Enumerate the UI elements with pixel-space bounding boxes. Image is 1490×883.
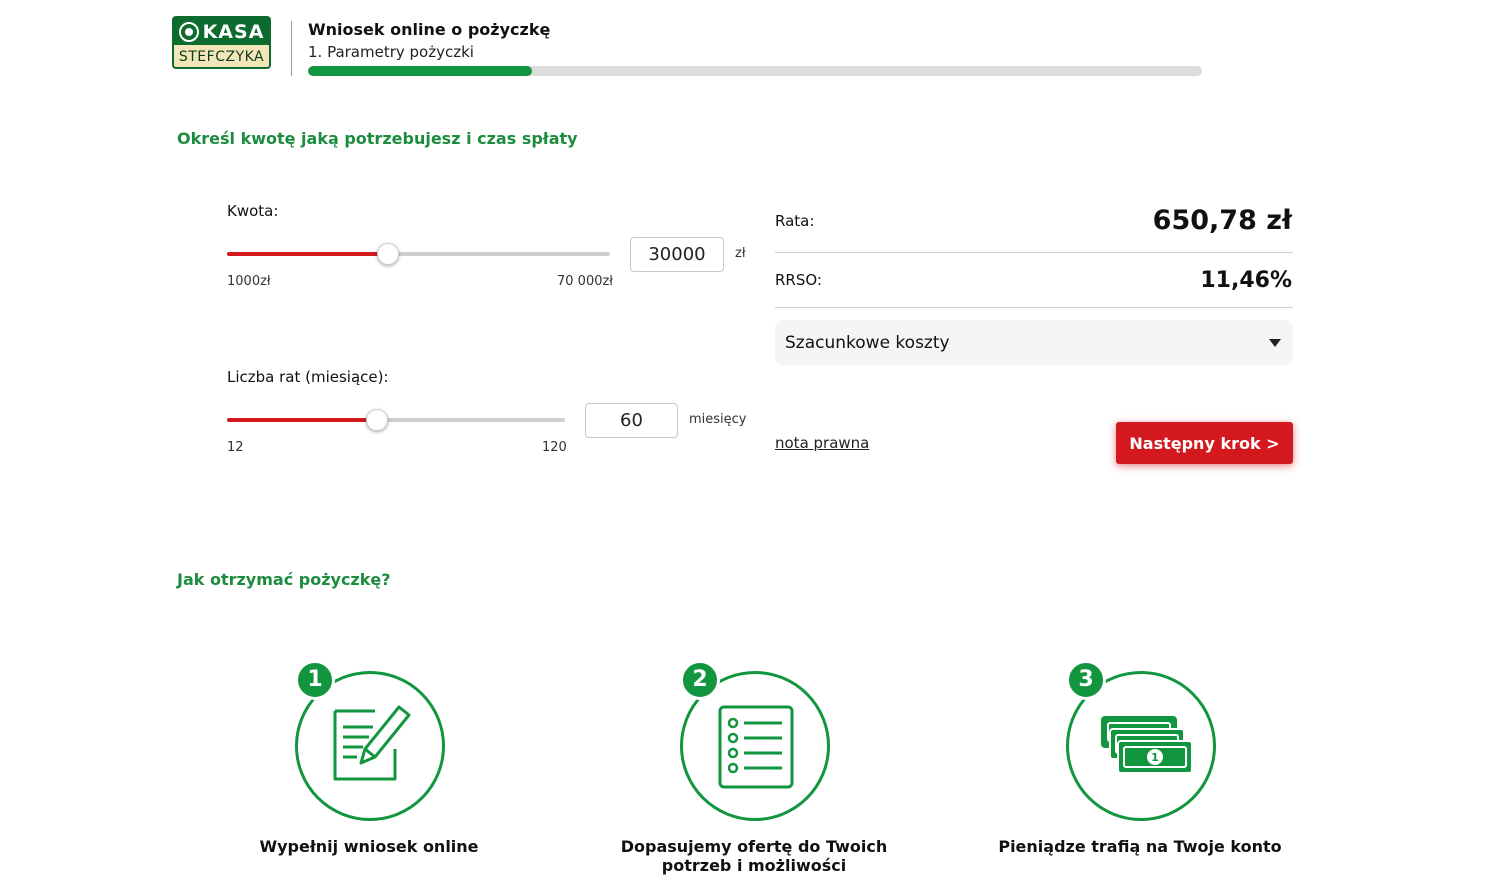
installment-value: 650,78 zł xyxy=(1152,205,1292,236)
step-number-badge: 2 xyxy=(680,660,720,700)
step-caption: Wypełnij wniosek online xyxy=(259,837,479,856)
installment-label: Rata: xyxy=(775,212,815,230)
kasa-stefczyka-logo[interactable]: KASA STEFCZYKA xyxy=(172,16,271,69)
loan-application-page: KASA STEFCZYKA Wniosek online o pożyczkę… xyxy=(0,0,1490,883)
amount-label: Kwota: xyxy=(227,202,279,220)
page-title: Wniosek online o pożyczkę xyxy=(308,20,551,39)
step-card: 2 Dopasujemy ofertę do Twoich potrzeb i … xyxy=(604,660,904,880)
banknotes-icon: 1 xyxy=(1101,716,1193,774)
current-step-label: 1. Parametry pożyczki xyxy=(308,43,474,61)
caret-down-icon xyxy=(1269,338,1281,347)
term-slider-thumb[interactable] xyxy=(366,409,389,431)
summary-divider xyxy=(775,307,1293,308)
amount-slider[interactable] xyxy=(227,243,610,265)
rrso-value: 11,46% xyxy=(1200,268,1292,293)
amount-input[interactable]: 30000 xyxy=(630,237,724,272)
term-max-label: 120 xyxy=(542,440,567,455)
legal-note-link[interactable]: nota prawna xyxy=(775,434,869,452)
section-heading-parameters: Określ kwotę jaką potrzebujesz i czas sp… xyxy=(177,129,578,148)
estimated-costs-dropdown[interactable]: Szacunkowe koszty xyxy=(775,320,1293,365)
term-input[interactable]: 60 xyxy=(585,403,678,438)
step-number-badge: 1 xyxy=(295,660,335,700)
estimated-costs-label: Szacunkowe koszty xyxy=(785,332,950,353)
svg-text:1: 1 xyxy=(1151,751,1159,764)
term-label: Liczba rat (miesiące): xyxy=(227,368,389,386)
step-card: 1 Wypełnij wniosek online xyxy=(219,660,519,880)
amount-slider-thumb[interactable] xyxy=(376,243,399,265)
amount-min-label: 1000zł xyxy=(227,274,271,289)
rrso-label: RRSO: xyxy=(775,271,822,289)
amount-max-label: 70 000zł xyxy=(557,274,614,289)
term-min-label: 12 xyxy=(227,440,244,455)
term-slider-fill xyxy=(227,418,378,422)
header-divider xyxy=(291,21,292,76)
logo-top-text: KASA xyxy=(202,20,265,43)
step-number-badge: 3 xyxy=(1066,660,1106,700)
summary-divider xyxy=(775,252,1293,253)
amount-unit: zł xyxy=(735,246,746,261)
step-caption: Dopasujemy ofertę do Twoich potrzeb i mo… xyxy=(620,837,888,875)
term-unit: miesięcy xyxy=(689,412,747,427)
form-pen-icon xyxy=(333,705,411,781)
next-step-button[interactable]: Następny krok > xyxy=(1116,422,1293,464)
logo-bottom-text: STEFCZYKA xyxy=(174,45,269,67)
checklist-icon xyxy=(718,705,794,789)
emblem-icon xyxy=(178,21,199,42)
amount-slider-fill xyxy=(227,252,388,256)
progress-bar-fill xyxy=(308,66,532,76)
section-heading-how-to: Jak otrzymać pożyczkę? xyxy=(177,570,391,589)
progress-bar xyxy=(308,66,1202,76)
step-caption: Pieniądze trafią na Twoje konto xyxy=(998,837,1282,856)
step-card: 1 3 Pieniądze trafią na Twoje konto xyxy=(990,660,1290,880)
term-slider[interactable] xyxy=(227,409,565,431)
